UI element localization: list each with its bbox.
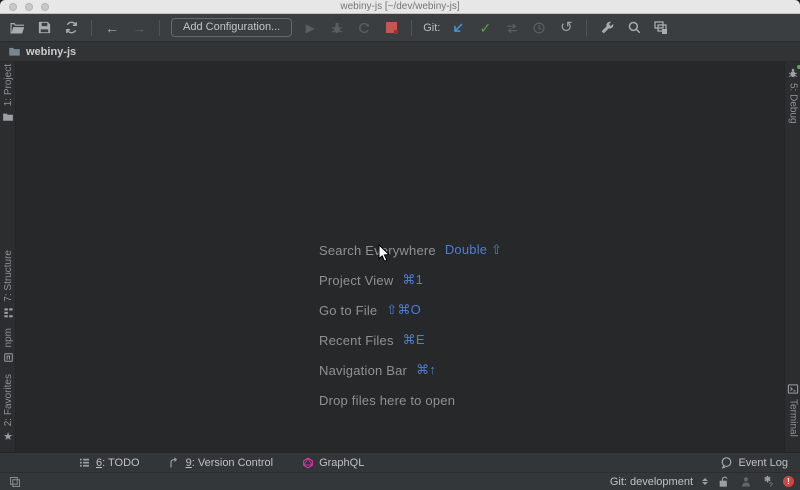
synchronize-icon[interactable] <box>62 19 80 37</box>
shortcut-action: Go to File <box>319 302 378 318</box>
settings-wrench-icon[interactable] <box>598 19 616 37</box>
toolwindow-button-project[interactable]: 1: Project <box>0 64 16 123</box>
project-icon <box>2 110 15 123</box>
inspector-icon[interactable] <box>739 475 752 488</box>
favorites-stripe-label: 2: Favorites <box>2 374 14 427</box>
stop-icon[interactable] <box>382 19 400 37</box>
shortcut-keys: ⌘1 <box>402 272 424 287</box>
git-compare-icon[interactable] <box>503 19 521 37</box>
todo-list-icon <box>78 456 91 469</box>
toolwindow-button-debug[interactable]: 5: Debug <box>785 65 800 124</box>
shortcut-hints: Search Everywhere Double ⇧ Project View … <box>319 235 502 415</box>
navigation-bar: webiny-js <box>0 42 800 62</box>
profiler-icon[interactable] <box>355 19 373 37</box>
shortcut-row: Navigation Bar ⌘↑ <box>319 355 502 385</box>
add-configuration-button[interactable]: Add Configuration... <box>171 18 293 37</box>
graphql-icon <box>301 456 314 469</box>
history-icon[interactable] <box>530 19 548 37</box>
svg-text:?: ? <box>769 482 773 488</box>
todo-label: 6: TODO <box>96 456 140 469</box>
git-branch-widget[interactable]: Git: development <box>610 476 693 488</box>
toolwindow-button-favorites[interactable]: 2: Favorites ★ <box>0 374 16 443</box>
toolwindow-bar: 6: TODO 9: Version Control GraphQL Event… <box>0 452 800 472</box>
toolwindow-toggle-icon[interactable] <box>8 475 21 488</box>
git-toolbar-label: Git: <box>423 21 441 34</box>
shortcut-row: Recent Files ⌘E <box>319 325 502 355</box>
version-control-label: 9: Version Control <box>185 456 274 469</box>
close-window-button[interactable] <box>9 3 17 11</box>
project-folder-icon <box>8 45 21 58</box>
shortcut-action: Drop files here to open <box>319 392 456 408</box>
right-toolwindow-stripe: 5: Debug Terminal <box>784 62 800 452</box>
shortcut-keys: ⇧⌘O <box>386 302 421 317</box>
search-everywhere-icon[interactable] <box>625 19 643 37</box>
shortcut-action: Project View <box>319 272 394 288</box>
save-all-icon[interactable] <box>35 19 53 37</box>
fatal-error-indicator[interactable]: ! <box>783 476 794 487</box>
npm-icon <box>2 351 15 364</box>
editor-empty-area[interactable]: Search Everywhere Double ⇧ Project View … <box>16 62 784 452</box>
project-stripe-label: 1: Project <box>2 64 14 107</box>
toolwindow-button-terminal[interactable]: Terminal <box>785 382 800 437</box>
toolwindow-button-todo[interactable]: 6: TODO <box>78 456 140 469</box>
run-icon[interactable]: ▶ <box>301 19 319 37</box>
shortcut-action: Recent Files <box>319 332 394 348</box>
npm-stripe-label: npm <box>2 328 14 348</box>
shortcut-row: Go to File ⇧⌘O <box>319 295 502 325</box>
event-log-button[interactable]: Event Log <box>720 456 788 469</box>
debug-icon[interactable] <box>328 19 346 37</box>
version-control-icon <box>168 456 181 469</box>
toolbar-separator <box>411 19 413 36</box>
terminal-stripe-label: Terminal <box>787 399 799 437</box>
toolwindow-button-graphql[interactable]: GraphQL <box>301 456 364 469</box>
favorites-star-icon: ★ <box>3 431 13 444</box>
debug-active-dot <box>796 65 800 69</box>
debug-toolwindow-icon <box>787 65 800 79</box>
shortcut-keys: ⌘↑ <box>416 362 436 377</box>
revert-icon[interactable]: ↺ <box>557 19 575 37</box>
shortcut-action: Navigation Bar <box>319 362 408 378</box>
toolbar-separator <box>91 19 92 36</box>
toolbar-separator <box>159 19 160 36</box>
git-commit-icon[interactable]: ✓ <box>476 19 494 37</box>
left-toolwindow-stripe: 1: Project 7: Structure npm 2: Favorites <box>0 62 16 452</box>
toolwindow-button-version-control[interactable]: 9: Version Control <box>168 456 273 469</box>
git-update-icon[interactable] <box>449 19 467 37</box>
graphql-label: GraphQL <box>319 456 365 469</box>
back-icon[interactable]: ← <box>103 19 121 37</box>
structure-stripe-label: 7: Structure <box>2 250 14 302</box>
shortcut-row: Search Everywhere Double ⇧ <box>319 235 502 265</box>
traffic-lights <box>9 3 49 11</box>
shortcut-row: Drop files here to open <box>319 385 502 415</box>
debug-stripe-label: 5: Debug <box>787 83 799 124</box>
ide-window: webiny-js [~/dev/webiny-js] ← → Add Conf… <box>0 0 800 490</box>
branch-chooser-arrows-icon[interactable] <box>702 478 708 485</box>
toolbar-separator <box>586 19 588 36</box>
zoom-window-button[interactable] <box>41 3 49 11</box>
minimize-window-button[interactable] <box>25 3 33 11</box>
main-toolbar: ← → Add Configuration... ▶ Git: ✓ ↺ <box>0 14 800 42</box>
mouse-cursor <box>378 243 391 268</box>
shortcut-keys: Double ⇧ <box>444 242 503 257</box>
shortcut-row: Project View ⌘1 <box>319 265 502 295</box>
toolwindow-button-npm[interactable]: npm <box>0 328 16 364</box>
window-title: webiny-js [~/dev/webiny-js] <box>340 0 460 12</box>
save-layout-icon[interactable] <box>652 19 670 37</box>
event-log-icon <box>720 456 733 469</box>
main-area: 1: Project 7: Structure npm 2: Favorites <box>0 62 800 452</box>
forward-icon[interactable]: → <box>130 19 148 37</box>
status-bar: Git: development ? ! <box>0 472 800 490</box>
open-folder-icon[interactable] <box>8 19 26 37</box>
gear-question-icon[interactable]: ? <box>761 475 774 488</box>
event-log-label: Event Log <box>738 456 788 469</box>
breadcrumb-project[interactable]: webiny-js <box>26 46 76 58</box>
structure-icon <box>2 306 15 319</box>
unlock-icon[interactable] <box>717 475 730 488</box>
titlebar: webiny-js [~/dev/webiny-js] <box>0 0 800 14</box>
shortcut-keys: ⌘E <box>402 332 425 347</box>
toolwindow-button-structure[interactable]: 7: Structure <box>0 250 16 319</box>
terminal-icon <box>787 382 800 395</box>
